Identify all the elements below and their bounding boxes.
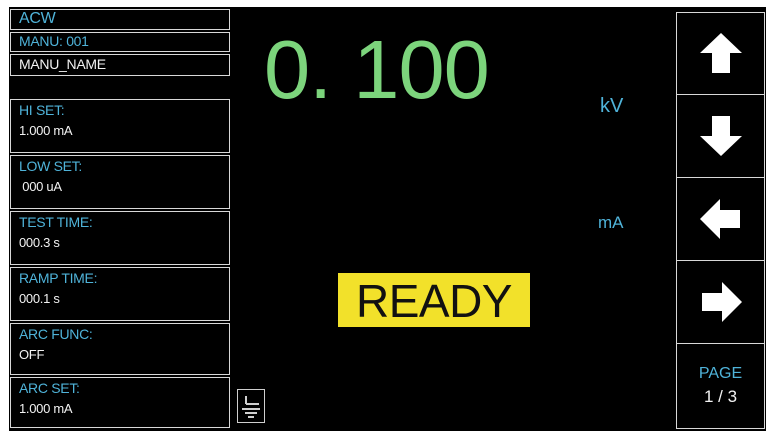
low-set-box[interactable]: LOW SET: 000 uA [10,155,230,209]
ramp-time-box[interactable]: RAMP TIME: 000.1 s [10,267,230,321]
manu-name: MANU_NAME [19,56,106,72]
arc-func-box[interactable]: ARC FUNC: OFF [10,323,230,375]
page-button[interactable]: PAGE 1 / 3 [677,343,764,428]
manu-number-box[interactable]: MANU: 001 [10,32,230,52]
manu-number: MANU: 001 [19,33,89,49]
arrow-left-icon [700,199,740,239]
low-set-value: 000 uA [19,179,62,194]
current-unit: mA [598,213,624,232]
arrow-right-icon [702,282,742,322]
arrow-up-icon [700,33,742,73]
page-label: PAGE [698,365,743,382]
tester-screen: ACW MANU: 001 MANU_NAME HI SET: 1.000 mA… [9,7,766,431]
arc-set-box[interactable]: ARC SET: 1.000 mA [10,377,230,428]
hi-set-label: HI SET: [19,102,65,118]
test-time-box[interactable]: TEST TIME: 000.3 s [10,211,230,265]
ramp-time-value: 000.1 s [19,291,60,306]
down-button[interactable] [677,96,764,178]
test-time-label: TEST TIME: [19,214,93,230]
up-button[interactable] [677,13,764,95]
hi-set-box[interactable]: HI SET: 1.000 mA [10,99,230,153]
mode-label: ACW [19,10,56,27]
ramp-time-label: RAMP TIME: [19,270,98,286]
status-badge: READY [338,273,530,327]
ground-icon[interactable] [237,389,265,423]
test-time-value: 000.3 s [19,235,60,250]
page-indicator: 1 / 3 [703,387,738,406]
arrow-down-icon [700,116,742,156]
hi-set-value: 1.000 mA [19,123,73,138]
low-set-label: LOW SET: [19,158,82,174]
arc-set-label: ARC SET: [19,380,80,396]
arc-func-label: ARC FUNC: [19,326,93,342]
right-button[interactable] [677,262,764,344]
voltage-unit: kV [600,95,624,117]
arc-set-value: 1.000 mA [19,401,73,416]
voltage-readout: 0. 100 [264,23,490,116]
mode-box[interactable]: ACW [10,9,230,30]
manu-name-box[interactable]: MANU_NAME [10,54,230,76]
left-button[interactable] [677,179,764,261]
arc-func-value: OFF [19,347,45,362]
navigation-panel: PAGE 1 / 3 [676,12,765,429]
